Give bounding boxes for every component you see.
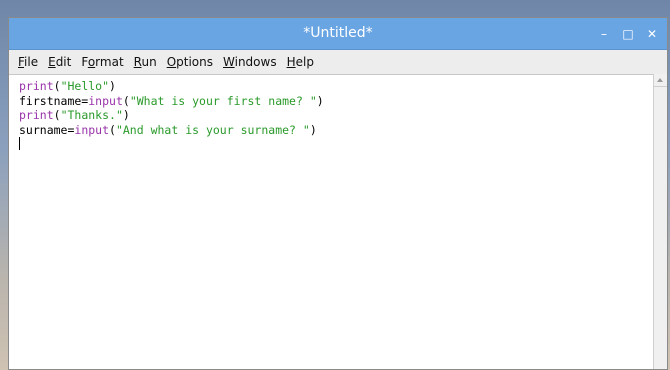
- code-token: surname=: [19, 122, 75, 137]
- code-token: (: [109, 122, 116, 137]
- code-token: ): [109, 79, 116, 93]
- code-line: firstname=input("What is your first name…: [19, 94, 653, 109]
- vertical-scrollbar[interactable]: [653, 74, 667, 369]
- menu-options[interactable]: Options: [162, 55, 218, 69]
- code-line: surname=input("And what is your surname?…: [19, 123, 653, 138]
- string-token: "Thanks.": [60, 108, 123, 122]
- window-controls: – □ ✕: [597, 18, 659, 49]
- code-line: print("Thanks."): [19, 108, 653, 123]
- code-token: ): [122, 108, 130, 122]
- string-token: "Hello": [60, 79, 110, 93]
- code-token: ): [309, 122, 317, 137]
- menu-file[interactable]: File: [13, 55, 43, 69]
- close-icon[interactable]: ✕: [645, 27, 659, 41]
- keyword-token: input: [74, 122, 110, 137]
- code-token: (: [122, 93, 130, 108]
- menu-edit[interactable]: Edit: [43, 55, 76, 69]
- window-title: *Untitled*: [303, 25, 373, 41]
- menu-format[interactable]: Format: [76, 55, 128, 69]
- keyword-token: print: [19, 79, 54, 93]
- code-token: (: [53, 79, 61, 93]
- maximize-icon[interactable]: □: [621, 27, 635, 41]
- code-token: ): [316, 93, 324, 108]
- menu-run[interactable]: Run: [129, 55, 162, 69]
- keyword-token: input: [88, 93, 123, 108]
- title-bar[interactable]: *Untitled* – □ ✕: [9, 18, 667, 50]
- string-token: "And what is your surname? ": [115, 122, 310, 137]
- code-line: print("Hello"): [19, 79, 653, 94]
- menu-windows[interactable]: Windows: [218, 55, 282, 69]
- scroll-up-arrow-icon[interactable]: [654, 74, 667, 87]
- string-token: "What is your first name? ": [129, 93, 317, 108]
- idle-editor-window: *Untitled* – □ ✕ File Edit Format Run Option…: [8, 17, 668, 370]
- menu-bar: File Edit Format Run Options Windows Help: [9, 50, 667, 75]
- text-cursor: [19, 137, 20, 150]
- code-token: (: [53, 108, 61, 122]
- code-editor[interactable]: print("Hello") firstname=input("What is y…: [9, 74, 653, 369]
- keyword-token: print: [19, 108, 54, 122]
- minimize-icon[interactable]: –: [597, 27, 611, 41]
- menu-help[interactable]: Help: [282, 55, 319, 69]
- code-token: firstname=: [19, 93, 89, 108]
